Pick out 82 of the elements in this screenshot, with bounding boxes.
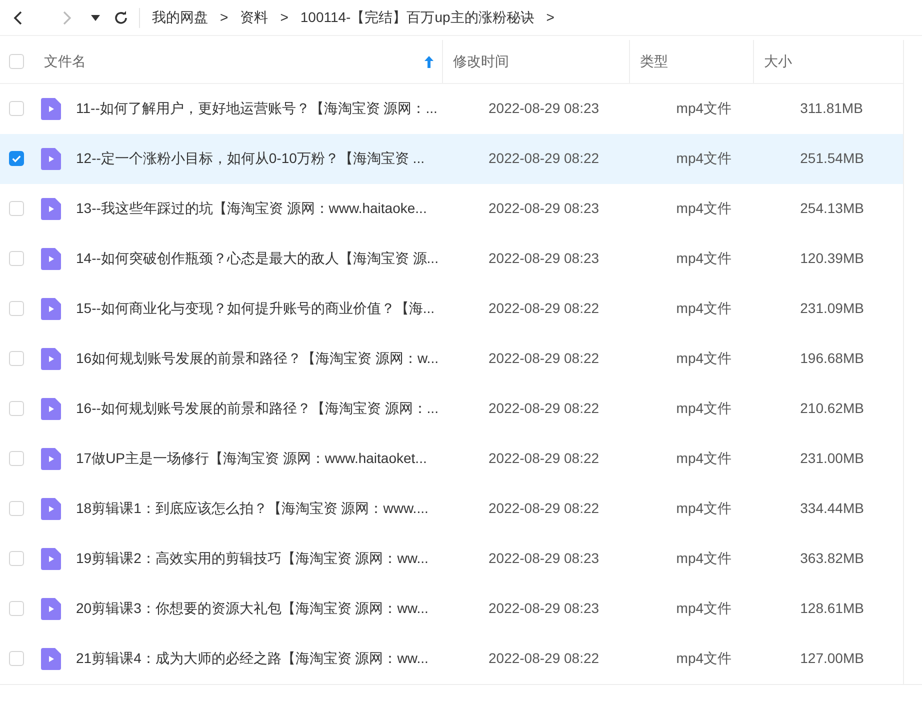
file-size: 196.68MB (800, 350, 864, 366)
file-type: mp4文件 (676, 450, 732, 466)
file-name: 21剪辑课4：成为大师的必经之路【海淘宝资 源网：ww... (76, 650, 428, 666)
forward-icon[interactable] (61, 10, 73, 26)
file-name: 11--如何了解用户，更好地运营账号？【海淘宝资 源网：... (76, 100, 438, 116)
sort-ascending-icon[interactable] (424, 56, 434, 68)
file-name: 17做UP主是一场修行【海淘宝资 源网：www.haitaoket... (76, 450, 427, 466)
modified-time: 2022-08-29 08:22 (488, 350, 600, 366)
refresh-icon[interactable] (113, 10, 129, 26)
video-file-icon (41, 148, 61, 170)
file-row[interactable]: 12--定一个涨粉小目标，如何从0-10万粉？【海淘宝资 ... 2022-08-29 08:22 mp4文件 251.54MB (0, 134, 903, 184)
file-name: 14--如何突破创作瓶颈？心态是最大的敌人【海淘宝资 源... (76, 250, 438, 266)
modified-time: 2022-08-29 08:23 (488, 550, 600, 566)
video-file-icon (41, 448, 61, 470)
file-size: 334.44MB (800, 500, 864, 516)
checkbox[interactable] (9, 151, 24, 166)
file-type: mp4文件 (676, 300, 732, 316)
file-size: 231.09MB (800, 300, 864, 316)
file-size: 363.82MB (800, 550, 864, 566)
file-name: 18剪辑课1：到底应该怎么拍？【海淘宝资 源网：www.... (76, 500, 428, 516)
modified-time: 2022-08-29 08:22 (488, 450, 600, 466)
file-size: 254.13MB (800, 200, 864, 216)
file-type: mp4文件 (676, 650, 732, 666)
breadcrumb-separator: > (546, 8, 554, 27)
file-type: mp4文件 (676, 500, 732, 516)
file-name: 16--如何规划账号发展的前景和路径？【海淘宝资 源网：... (76, 400, 438, 416)
video-file-icon (41, 198, 61, 220)
file-size: 210.62MB (800, 400, 864, 416)
file-name: 12--定一个涨粉小目标，如何从0-10万粉？【海淘宝资 ... (76, 150, 424, 166)
column-header-label: 文件名 (44, 52, 86, 71)
video-file-icon (41, 498, 61, 520)
file-size: 128.61MB (800, 600, 864, 616)
file-type: mp4文件 (676, 150, 732, 166)
column-header[interactable]: 修改时间 (442, 40, 629, 83)
file-type: mp4文件 (676, 250, 732, 266)
file-type: mp4文件 (676, 200, 732, 216)
file-name: 19剪辑课2：高效实用的剪辑技巧【海淘宝资 源网：ww... (76, 550, 428, 566)
file-name: 15--如何商业化与变现？如何提升账号的商业价值？【海... (76, 300, 435, 316)
file-type: mp4文件 (676, 400, 732, 416)
dropdown-icon[interactable] (91, 14, 100, 20)
modified-time: 2022-08-29 08:23 (488, 250, 600, 266)
video-file-icon (41, 398, 61, 420)
modified-time: 2022-08-29 08:22 (488, 150, 600, 166)
modified-time: 2022-08-29 08:23 (488, 600, 600, 616)
breadcrumb-separator: > (220, 8, 228, 27)
back-icon[interactable] (12, 10, 24, 26)
video-file-icon (41, 298, 61, 320)
breadcrumb-item[interactable]: 资料 (240, 7, 268, 28)
video-file-icon (41, 548, 61, 570)
file-type: mp4文件 (676, 100, 732, 116)
column-header[interactable]: 类型 (629, 40, 753, 83)
file-type: mp4文件 (676, 550, 732, 566)
file-name: 20剪辑课3：你想要的资源大礼包【海淘宝资 源网：ww... (76, 600, 428, 616)
breadcrumb-separator: > (280, 8, 288, 27)
file-name: 16如何规划账号发展的前景和路径？【海淘宝资 源网：w... (76, 350, 438, 366)
file-size: 120.39MB (800, 250, 864, 266)
video-file-icon (41, 348, 61, 370)
modified-time: 2022-08-29 08:22 (488, 400, 600, 416)
modified-time: 2022-08-29 08:23 (488, 200, 600, 216)
modified-time: 2022-08-29 08:22 (488, 650, 600, 666)
video-file-icon (41, 598, 61, 620)
file-size: 231.00MB (800, 450, 864, 466)
video-file-icon (41, 648, 61, 670)
modified-time: 2022-08-29 08:22 (488, 500, 600, 516)
breadcrumb-item[interactable]: 我的网盘 (152, 7, 208, 28)
column-header-label: 修改时间 (453, 52, 509, 71)
file-type: mp4文件 (676, 600, 732, 616)
file-name: 13--我这些年踩过的坑【海淘宝资 源网：www.haitaoke... (76, 200, 427, 216)
video-file-icon (41, 248, 61, 270)
column-header-label: 类型 (640, 52, 668, 71)
modified-time: 2022-08-29 08:23 (488, 100, 600, 116)
column-header[interactable]: 文件名 (0, 40, 442, 83)
checkmark-icon (11, 153, 22, 164)
file-size: 311.81MB (800, 100, 863, 116)
breadcrumb-item[interactable]: 100114-【完结】百万up主的涨粉秘诀 (300, 7, 534, 28)
file-size: 251.54MB (800, 150, 864, 166)
video-file-icon (41, 98, 61, 120)
modified-time: 2022-08-29 08:22 (488, 300, 600, 316)
file-size: 127.00MB (800, 650, 864, 666)
column-header-label: 大小 (764, 52, 792, 71)
column-header[interactable]: 大小 (753, 40, 866, 83)
file-type: mp4文件 (676, 350, 732, 366)
